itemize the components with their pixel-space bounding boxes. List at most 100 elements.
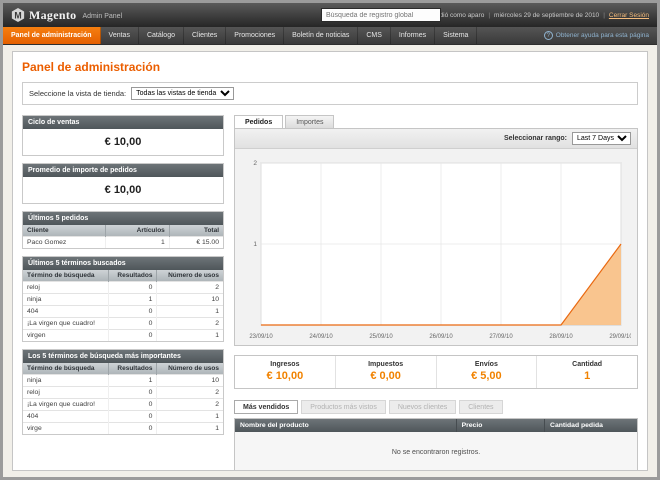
table-row[interactable]: ¡La virgen que cuadro!02 xyxy=(23,318,223,330)
table-cell: 0 xyxy=(108,318,157,330)
chart-area: 1223/09/1024/09/1025/09/1026/09/1027/09/… xyxy=(235,149,637,345)
table-cell: 10 xyxy=(157,375,223,387)
table-row[interactable]: virgen01 xyxy=(23,330,223,342)
stat-value: 1 xyxy=(539,370,635,382)
stat-label: Impuestos xyxy=(338,361,434,368)
range-label: Seleccionar rango: xyxy=(504,135,567,142)
table-row[interactable]: ninja110 xyxy=(23,375,223,387)
column-header: Resultados xyxy=(108,363,157,375)
store-view-select[interactable]: Todas las vistas de tienda xyxy=(131,87,234,100)
table-cell: 0 xyxy=(108,330,157,342)
table-cell: 0 xyxy=(108,282,157,294)
nav-item[interactable]: Sistema xyxy=(435,27,477,44)
table-cell: 404 xyxy=(23,306,108,318)
chart-tab[interactable]: Importes xyxy=(285,115,334,128)
table-cell: virge xyxy=(23,423,108,435)
table-cell: 2 xyxy=(157,318,223,330)
stat-value: € 0,00 xyxy=(338,370,434,382)
stat-label: Cantidad xyxy=(539,361,635,368)
table-cell: 0 xyxy=(108,423,157,435)
nav-item[interactable]: Ventas xyxy=(101,27,139,44)
column-header: Resultados xyxy=(108,270,157,282)
nav-item[interactable]: CMS xyxy=(358,27,391,44)
magento-logo[interactable]: M Magento Admin Panel xyxy=(11,8,122,23)
table-cell: 1 xyxy=(108,375,157,387)
table-row[interactable]: 40401 xyxy=(23,306,223,318)
store-view-label: Seleccione la vista de tienda: xyxy=(29,89,126,98)
separator: | xyxy=(603,12,605,19)
table-row[interactable]: virge01 xyxy=(23,423,223,435)
table-row[interactable]: reloj02 xyxy=(23,282,223,294)
bottom-tabs: Más vendidosProductos más vistosNuevos c… xyxy=(234,400,638,414)
column-header: Número de usos xyxy=(157,363,223,375)
table-cell: 404 xyxy=(23,411,108,423)
table-cell: 10 xyxy=(157,294,223,306)
orders-chart: 1223/09/1024/09/1025/09/1026/09/1027/09/… xyxy=(241,155,631,343)
column-header: Nombre del producto xyxy=(235,419,456,432)
empty-row: No se encontraron registros. xyxy=(235,432,637,471)
empty-message: No se encontraron registros. xyxy=(235,432,637,471)
top-search-terms-table: Término de búsquedaResultadosNúmero de u… xyxy=(23,363,223,434)
table-cell: 1 xyxy=(157,411,223,423)
bottom-tab[interactable]: Clientes xyxy=(459,400,502,414)
table-cell: 1 xyxy=(157,306,223,318)
svg-text:M: M xyxy=(14,11,21,21)
top-search-terms-panel: Los 5 términos de búsqueda más important… xyxy=(22,349,224,435)
bottom-tab[interactable]: Más vendidos xyxy=(234,400,298,414)
separator: | xyxy=(488,12,490,19)
stat-label: Ingresos xyxy=(237,361,333,368)
range-select[interactable]: Last 7 Days xyxy=(572,132,631,145)
magento-logo-icon: M xyxy=(11,8,25,22)
logout-link[interactable]: Cerrar Sesión xyxy=(609,12,649,19)
nav-item[interactable]: Clientes xyxy=(184,27,226,44)
global-search-input[interactable] xyxy=(321,8,441,22)
panel-title: Promedio de importe de pedidos xyxy=(23,164,223,177)
lifetime-sales-panel: Ciclo de ventas € 10,00 xyxy=(22,115,224,156)
table-row[interactable]: reloj02 xyxy=(23,387,223,399)
content-background: Panel de administración Seleccione la vi… xyxy=(3,45,657,477)
dashboard-right-column: PedidosImportes Seleccionar rango: Last … xyxy=(234,115,638,471)
dashboard-left-column: Ciclo de ventas € 10,00 Promedio de impo… xyxy=(22,115,224,471)
magento-admin-window: M Magento Admin Panel Accedió como aparo… xyxy=(0,0,660,480)
nav-item[interactable]: Promociones xyxy=(226,27,284,44)
table-cell: virgen xyxy=(23,330,108,342)
user-info: Accedió como aparo | miércoles 29 de sep… xyxy=(425,12,649,19)
table-cell: 2 xyxy=(157,282,223,294)
orders-chart-box: Seleccionar rango: Last 7 Days 1223/09/1… xyxy=(234,128,638,346)
svg-text:2: 2 xyxy=(253,160,257,167)
table-row[interactable]: 40401 xyxy=(23,411,223,423)
table-cell: € 15.00 xyxy=(169,237,223,249)
products-box: Nombre del productoPrecioCantidad pedida… xyxy=(234,418,638,471)
nav-item[interactable]: Boletín de noticias xyxy=(284,27,358,44)
column-header: Total xyxy=(169,225,223,237)
svg-text:1: 1 xyxy=(253,241,257,248)
bottom-tab[interactable]: Nuevos clientes xyxy=(389,400,456,414)
table-cell: ninja xyxy=(23,375,108,387)
bottom-tab[interactable]: Productos más vistos xyxy=(301,400,386,414)
table-row[interactable]: ninja110 xyxy=(23,294,223,306)
total-stat: Envíos€ 5,00 xyxy=(437,356,538,388)
svg-text:25/09/10: 25/09/10 xyxy=(369,334,393,340)
svg-text:24/09/10: 24/09/10 xyxy=(309,334,333,340)
table-cell: 1 xyxy=(157,330,223,342)
chart-tab[interactable]: Pedidos xyxy=(234,115,283,128)
nav-item[interactable]: Catálogo xyxy=(139,27,184,44)
table-cell: ¡La virgen que cuadro! xyxy=(23,399,108,411)
table-cell: 2 xyxy=(157,399,223,411)
content-box: Panel de administración Seleccione la vi… xyxy=(12,51,648,471)
main-nav: Panel de administraciónVentasCatálogoCli… xyxy=(3,27,657,45)
last-search-terms-panel: Últimos 5 términos buscados Término de b… xyxy=(22,256,224,342)
current-date: miércoles 29 de septiembre de 2010 xyxy=(494,12,599,19)
table-row[interactable]: Paco Gomez1€ 15.00 xyxy=(23,237,223,249)
nav-item[interactable]: Informes xyxy=(391,27,435,44)
help-link[interactable]: ? Obtener ayuda para esta página xyxy=(544,27,649,44)
average-orders-value: € 10,00 xyxy=(23,177,223,203)
table-cell: 0 xyxy=(108,306,157,318)
table-row[interactable]: ¡La virgen que cuadro!02 xyxy=(23,399,223,411)
svg-text:29/09/10: 29/09/10 xyxy=(609,334,631,340)
nav-item[interactable]: Panel de administración xyxy=(3,27,101,44)
column-header: Término de búsqueda xyxy=(23,270,108,282)
store-view-bar: Seleccione la vista de tienda: Todas las… xyxy=(22,82,638,105)
totals-box: Ingresos€ 10,00Impuestos€ 0,00Envíos€ 5,… xyxy=(234,355,638,389)
table-cell: 1 xyxy=(105,237,169,249)
